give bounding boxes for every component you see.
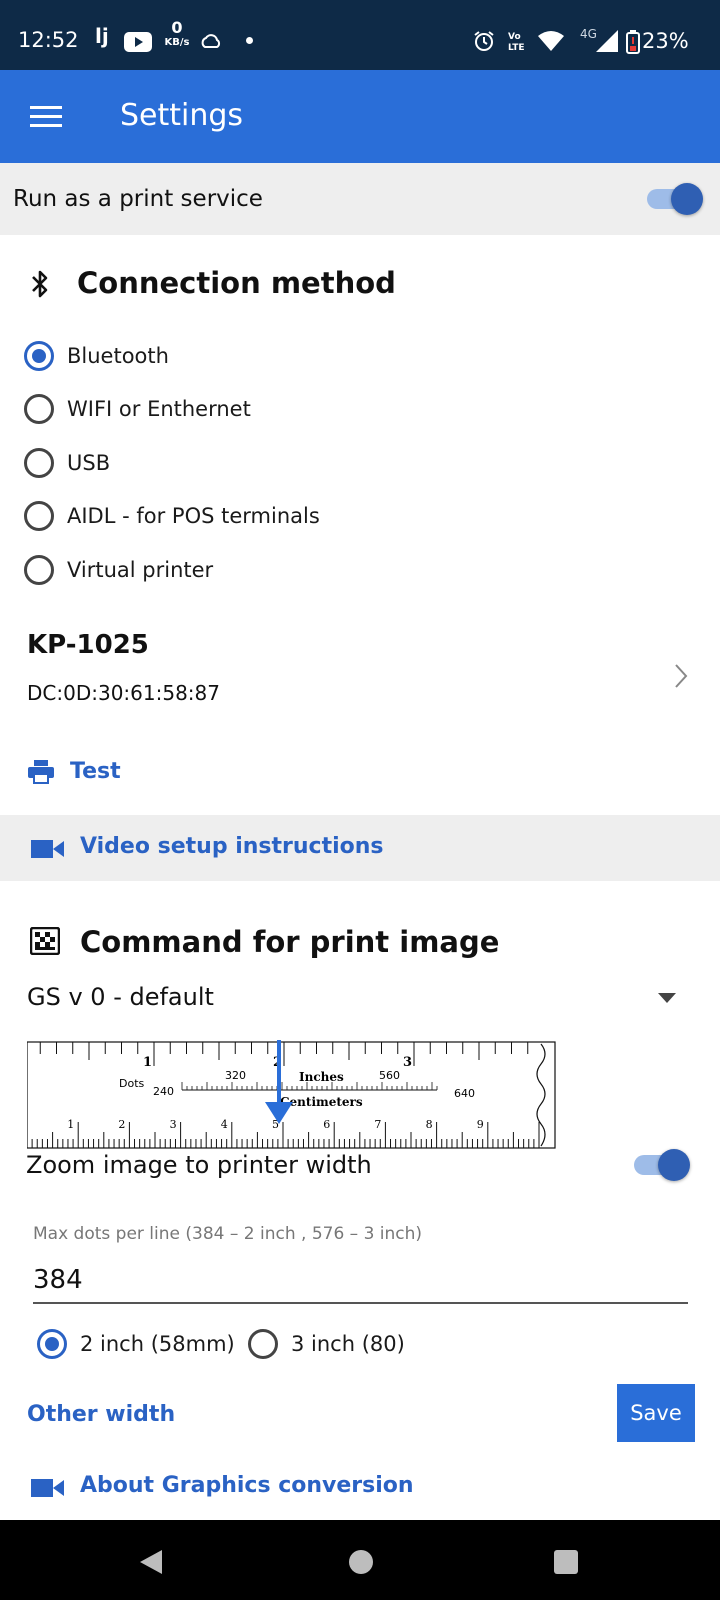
ruler-dots-320: 320 — [225, 1069, 246, 1082]
test-button[interactable]: Test — [20, 750, 220, 794]
zoom-image-toggle[interactable] — [634, 1145, 690, 1185]
image-grid-icon — [30, 927, 60, 955]
device-address: DC:0D:30:61:58:87 — [27, 681, 220, 705]
video-setup-row[interactable]: Video setup instructions — [0, 815, 720, 881]
ruler-cm-number: 2 — [118, 1118, 125, 1131]
battery-percent: 23% — [642, 29, 689, 53]
navigation-bar — [0, 1520, 720, 1600]
ruler-dots-label: Dots — [119, 1077, 145, 1090]
option-aidl-label[interactable]: AIDL - for POS terminals — [67, 504, 320, 528]
print-service-row[interactable]: Run as a print service — [0, 163, 720, 235]
ruler-inch-number: 3 — [403, 1055, 412, 1070]
ruler-cm-number: 4 — [221, 1118, 228, 1131]
battery-icon — [626, 30, 640, 54]
option-virtual-printer-label[interactable]: Virtual printer — [67, 558, 213, 582]
chevron-right-icon — [675, 664, 688, 688]
menu-icon[interactable] — [30, 106, 62, 128]
svg-text:LTE: LTE — [508, 43, 525, 53]
option-bluetooth-label[interactable]: Bluetooth — [67, 344, 169, 368]
command-dropdown[interactable]: GS v 0 - default — [0, 975, 720, 1025]
radio-3-inch[interactable] — [248, 1329, 278, 1359]
save-button[interactable]: Save — [617, 1384, 695, 1442]
video-setup-label: Video setup instructions — [80, 834, 384, 859]
zoom-image-row[interactable]: Zoom image to printer width — [0, 1145, 720, 1197]
recents-icon[interactable] — [554, 1550, 578, 1574]
option-usb-label[interactable]: USB — [67, 451, 110, 475]
bluetooth-icon — [32, 270, 48, 298]
ruler-svg: Dots Inches Centimeters 240 320 560 640 … — [26, 1036, 556, 1149]
more-notifications-dot — [246, 37, 253, 44]
youtube-icon — [124, 32, 152, 52]
radio-2-inch[interactable] — [37, 1329, 67, 1359]
radio-virtual-printer[interactable] — [24, 555, 54, 585]
ruler-inch-number: 1 — [143, 1055, 152, 1070]
alarm-icon — [474, 31, 494, 51]
max-dots-label: Max dots per line (384 – 2 inch , 576 – … — [33, 1224, 423, 1244]
dropdown-arrow-icon — [658, 993, 676, 1003]
printer-icon — [28, 760, 54, 784]
print-service-label: Run as a print service — [13, 186, 263, 212]
radio-wifi[interactable] — [24, 394, 54, 424]
video-camera-icon — [31, 1479, 64, 1497]
status-time: 12:52 — [18, 28, 79, 52]
selected-device-row[interactable]: KP-1025 DC:0D:30:61:58:87 — [0, 620, 720, 720]
svg-text:Vo: Vo — [508, 32, 521, 42]
ruler-illustration: Dots Inches Centimeters 240 320 560 640 … — [26, 1036, 557, 1152]
ruler-cm-number: 8 — [426, 1118, 433, 1131]
print-image-title: Command for print image — [80, 925, 500, 959]
app-notification-icon: lj — [95, 24, 109, 48]
max-dots-input[interactable] — [33, 1258, 688, 1304]
width-3-inch-label[interactable]: 3 inch (80) — [291, 1332, 405, 1356]
ruler-inches-label: Inches — [299, 1070, 344, 1084]
ruler-dots-240: 240 — [153, 1085, 174, 1098]
ruler-cm-number: 9 — [477, 1118, 484, 1131]
home-icon[interactable] — [349, 1550, 373, 1574]
about-graphics-label: About Graphics conversion — [80, 1473, 414, 1498]
signal-icon — [596, 30, 618, 52]
zoom-image-label: Zoom image to printer width — [26, 1151, 372, 1179]
connection-method-title: Connection method — [77, 266, 396, 300]
ruler-cm-number: 6 — [323, 1118, 330, 1131]
ruler-dots-560: 560 — [379, 1069, 400, 1082]
volte-icon: Vo LTE — [508, 32, 525, 53]
other-width-link[interactable]: Other width — [27, 1402, 175, 1427]
page-title: Settings — [120, 98, 244, 133]
ruler-cm-number: 3 — [170, 1118, 177, 1131]
print-service-toggle[interactable] — [647, 179, 703, 219]
ruler-dots-640: 640 — [454, 1087, 475, 1100]
ruler-cm-number: 1 — [67, 1118, 74, 1131]
radio-aidl[interactable] — [24, 501, 54, 531]
network-speed: 0 KB/s — [164, 18, 190, 48]
command-selected-value: GS v 0 - default — [27, 983, 214, 1011]
status-bar: 12:52 lj 0 KB/s Vo LTE 4G 23% — [0, 0, 720, 70]
wifi-icon — [538, 31, 564, 51]
device-name: KP-1025 — [27, 630, 149, 660]
video-camera-icon — [31, 840, 64, 858]
radio-usb[interactable] — [24, 448, 54, 478]
test-label: Test — [70, 759, 121, 784]
back-icon[interactable] — [138, 1548, 164, 1576]
ruler-cm-number: 7 — [374, 1118, 381, 1131]
network-type: 4G — [580, 27, 597, 41]
radio-bluetooth[interactable] — [24, 341, 54, 371]
about-graphics-row[interactable]: About Graphics conversion — [20, 1460, 440, 1510]
width-2-inch-label[interactable]: 2 inch (58mm) — [80, 1332, 235, 1356]
app-bar: Settings — [0, 70, 720, 163]
option-wifi-label[interactable]: WIFI or Enthernet — [67, 397, 251, 421]
cloud-sync-icon — [201, 34, 221, 48]
